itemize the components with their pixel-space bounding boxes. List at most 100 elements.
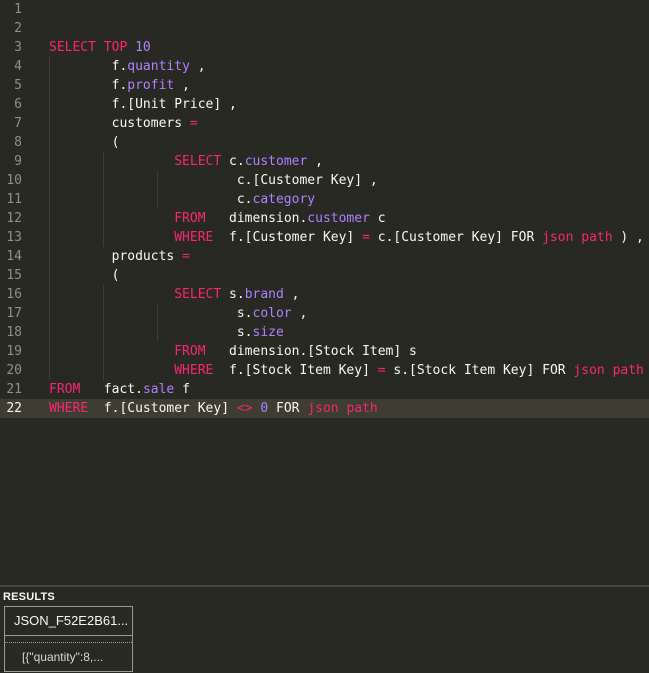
- code-token: path: [346, 401, 378, 416]
- code-token: products: [49, 249, 183, 264]
- code-token: 10: [135, 40, 151, 55]
- code-line[interactable]: 12 FROM dimension.customer c: [0, 209, 649, 228]
- code-line[interactable]: 10 c.[Customer Key] ,: [0, 171, 649, 190]
- line-code: f.profit ,: [49, 76, 190, 95]
- line-code: s.size: [49, 323, 284, 342]
- line-number: 20: [6, 363, 22, 378]
- code-line[interactable]: 14 products =: [0, 247, 649, 266]
- line-number: 6: [14, 97, 22, 112]
- code-line[interactable]: 5 f.profit ,: [0, 76, 649, 95]
- code-line[interactable]: 21 FROM fact.sale f: [0, 380, 649, 399]
- line-code: FROM dimension.customer c: [49, 209, 385, 228]
- code-token: customer: [244, 154, 308, 169]
- code-token: category: [252, 192, 316, 207]
- code-line[interactable]: 17 s.color ,: [0, 304, 649, 323]
- line-code: s.color ,: [49, 304, 307, 323]
- code-token: ,: [307, 154, 323, 169]
- code-token: json: [573, 363, 605, 378]
- results-column-header[interactable]: JSON_F52E2B61...: [5, 606, 132, 636]
- code-token: c.[Customer Key] FOR: [369, 230, 543, 245]
- code-line[interactable]: 4 f.quantity ,: [0, 57, 649, 76]
- code-token: brand: [244, 287, 284, 302]
- code-token: path: [581, 230, 613, 245]
- code-token: WHERE: [174, 363, 214, 378]
- results-label: RESULTS: [3, 591, 55, 603]
- code-token: FROM: [49, 382, 81, 397]
- code-line[interactable]: 11 c.category: [0, 190, 649, 209]
- sql-query-window: 1 2 3 SELECT TOP 10 4 f.quantity ,5 f.profit…: [0, 0, 649, 673]
- code-token: ) ,: [612, 230, 644, 245]
- code-line[interactable]: 6 f.[Unit Price] ,: [0, 95, 649, 114]
- line-number: 21: [6, 382, 22, 397]
- line-number: 11: [6, 192, 22, 207]
- code-token: sale: [142, 382, 175, 397]
- code-token: customers: [49, 116, 190, 131]
- code-token: SELECT: [49, 40, 96, 55]
- code-line[interactable]: 16 SELECT s.brand ,: [0, 285, 649, 304]
- code-line[interactable]: 22 WHERE f.[Customer Key] <> 0 FOR json p…: [0, 399, 649, 418]
- code-token: color: [252, 306, 292, 321]
- code-token: <>: [236, 401, 253, 416]
- line-number: 3: [14, 40, 22, 55]
- code-token: ,: [189, 59, 206, 74]
- code-line[interactable]: 3 SELECT TOP 10: [0, 38, 649, 57]
- line-number: 15: [6, 268, 22, 283]
- code-token: s.: [49, 325, 253, 340]
- line-number: 18: [6, 325, 22, 340]
- line-code: FROM dimension.[Stock Item] s: [49, 342, 417, 361]
- line-code: (: [49, 266, 120, 285]
- code-line[interactable]: 13 WHERE f.[Customer Key] = c.[Customer …: [0, 228, 649, 247]
- line-code: f.[Unit Price] ,: [49, 95, 237, 114]
- line-number: 16: [6, 287, 22, 302]
- code-token: f.[Customer Key]: [88, 401, 237, 416]
- line-number: 19: [6, 344, 22, 359]
- code-token: ,: [174, 78, 190, 93]
- results-cell[interactable]: [{"quantity":8,...: [5, 642, 132, 671]
- code-line[interactable]: 7 customers =: [0, 114, 649, 133]
- code-line[interactable]: 9 SELECT c.customer ,: [0, 152, 649, 171]
- code-line[interactable]: 1: [0, 0, 649, 19]
- code-token: quantity: [127, 59, 190, 74]
- line-code: f.quantity ,: [49, 57, 206, 76]
- code-token: size: [252, 325, 284, 340]
- code-line[interactable]: 19 FROM dimension.[Stock Item] s: [0, 342, 649, 361]
- code-line[interactable]: 20 WHERE f.[Stock Item Key] = s.[Stock I…: [0, 361, 649, 380]
- line-code: WHERE f.[Customer Key] = c.[Customer Key…: [49, 228, 644, 247]
- code-token: profit: [127, 78, 175, 93]
- code-token: TOP: [103, 40, 128, 55]
- code-token: FOR: [268, 401, 308, 416]
- line-code: customers =: [49, 114, 198, 133]
- code-line[interactable]: 18 s.size: [0, 323, 649, 342]
- code-line[interactable]: 15 (: [0, 266, 649, 285]
- code-line[interactable]: 8 (: [0, 133, 649, 152]
- code-token: =: [182, 249, 190, 264]
- line-number: 14: [6, 249, 22, 264]
- code-token: ): [644, 363, 649, 378]
- code-line[interactable]: 2: [0, 19, 649, 38]
- code-token: dimension.[Stock Item] s: [205, 344, 417, 359]
- code-editor[interactable]: 1 2 3 SELECT TOP 10 4 f.quantity ,5 f.profit…: [0, 0, 649, 585]
- code-token: ,: [291, 306, 308, 321]
- line-number: 10: [6, 173, 22, 188]
- code-token: =: [362, 230, 370, 245]
- code-token: json: [542, 230, 574, 245]
- code-token: f.: [49, 78, 128, 93]
- code-token: s.[Stock Item Key] FOR: [385, 363, 574, 378]
- line-code: WHERE f.[Customer Key] <> 0 FOR json pat…: [49, 399, 378, 418]
- results-panel: RESULTS JSON_F52E2B61... [{"quantity":8,…: [0, 587, 649, 673]
- code-token: c.: [221, 154, 245, 169]
- code-token: ,: [283, 287, 300, 302]
- code-token: =: [189, 116, 198, 131]
- line-number: 5: [14, 78, 22, 93]
- code-token: f.: [49, 59, 128, 74]
- code-token: SELECT: [174, 154, 222, 169]
- code-token: f.[Customer Key]: [213, 230, 363, 245]
- line-number: 4: [14, 59, 22, 74]
- line-number: 12: [6, 211, 22, 226]
- code-token: (: [49, 268, 120, 283]
